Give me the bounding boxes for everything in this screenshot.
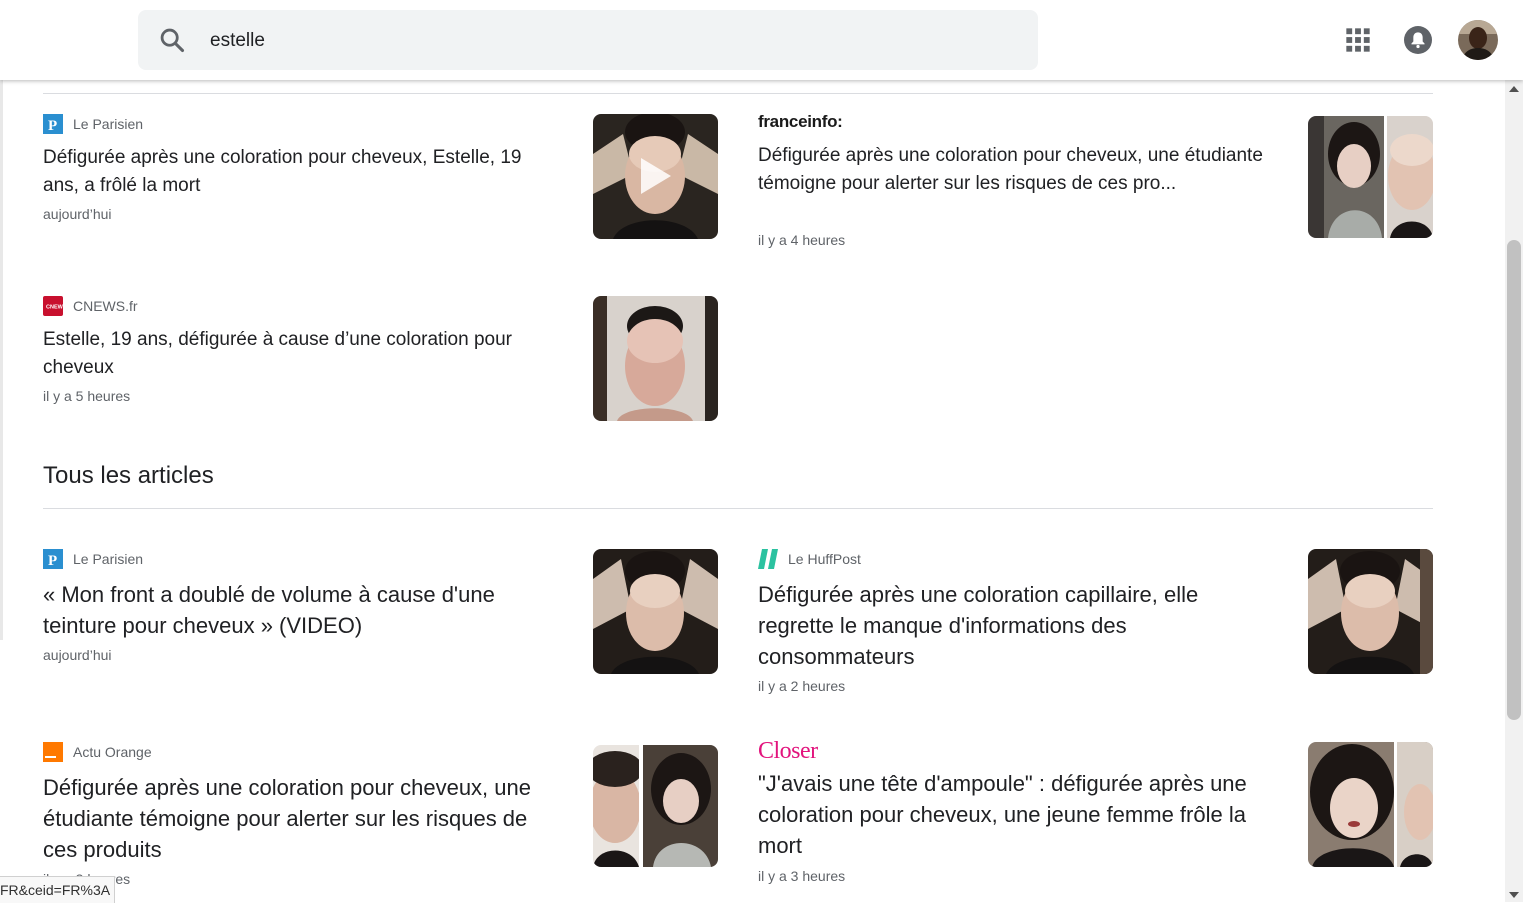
article-headline[interactable]: Défigurée après une coloration pour chev… [43,144,553,200]
source-row: Closer [758,738,818,764]
source-name[interactable]: Actu Orange [73,744,152,760]
article-headline[interactable]: Défigurée après une coloration pour chev… [43,772,553,865]
source-name[interactable]: CNEWS.fr [73,298,138,314]
vertical-scrollbar[interactable] [1505,80,1523,902]
article-time: aujourd’hui [43,647,112,663]
article-card[interactable]: Actu Orange Défigurée après une colorati… [43,742,563,892]
svg-text:P: P [48,118,57,134]
svg-text:P: P [48,553,57,569]
article-card[interactable]: P Le Parisien « Mon front a doublé de vo… [43,549,563,669]
article-thumbnail[interactable] [593,745,718,867]
article-thumbnail[interactable] [593,296,718,421]
svg-text:CNEWS: CNEWS [46,305,63,311]
section-title: Tous les articles [43,462,214,489]
source-row: Le HuffPost [758,549,861,569]
le-parisien-logo: P [43,549,63,569]
source-name[interactable]: Le Parisien [73,551,143,567]
source-name[interactable]: Le Parisien [73,116,143,132]
article-thumbnail[interactable] [593,549,718,674]
article-headline[interactable]: « Mon front a doublé de volume à cause d… [43,579,553,641]
article-time: il y a 4 heures [758,232,846,248]
scroll-down-arrow[interactable] [1509,892,1519,898]
article-card[interactable]: Le HuffPost Défigurée après une colorati… [758,549,1278,699]
source-row: CNEWS CNEWS.fr [43,296,138,316]
source-name[interactable]: Le HuffPost [788,551,861,567]
top-bar [0,0,1523,80]
top-divider [43,93,1433,94]
source-row: P Le Parisien [43,549,143,569]
search-box[interactable] [138,10,1038,70]
left-edge [0,80,3,640]
scroll-up-arrow[interactable] [1509,86,1519,92]
closer-logo[interactable]: Closer [758,738,818,765]
search-icon[interactable] [158,26,186,54]
le-parisien-logo: P [43,114,63,134]
play-icon[interactable] [641,158,671,194]
source-row: P Le Parisien [43,114,143,134]
source-row: franceinfo: [758,112,843,132]
article-card[interactable]: CNEWS CNEWS.fr Estelle, 19 ans, défiguré… [43,296,563,416]
article-headline[interactable]: "J'avais une tête d'ampoule" : défigurée… [758,768,1268,861]
article-headline[interactable]: Défigurée après une coloration capillair… [758,579,1268,672]
orange-logo [43,742,63,762]
article-thumbnail[interactable] [1308,742,1433,867]
article-card[interactable]: P Le Parisien Défigurée après une colora… [43,114,563,234]
cnews-logo: CNEWS [43,296,67,316]
article-headline[interactable]: Défigurée après une coloration pour chev… [758,142,1268,198]
article-card[interactable]: franceinfo: Défigurée après une colorati… [758,112,1278,252]
user-avatar[interactable] [1458,20,1498,60]
article-headline[interactable]: Estelle, 19 ans, défigurée à cause d’une… [43,326,553,382]
article-time: il y a 3 heures [758,868,846,884]
scrollbar-thumb[interactable] [1507,240,1521,720]
article-time: il y a 5 heures [43,388,131,404]
article-thumbnail[interactable] [1308,549,1433,674]
huffpost-logo [758,549,778,569]
source-row: Actu Orange [43,742,152,762]
article-thumbnail[interactable] [1308,116,1433,238]
article-card[interactable]: Closer "J'avais une tête d'ampoule" : dé… [758,738,1278,893]
article-time: il y a 2 heures [758,678,846,694]
franceinfo-logo[interactable]: franceinfo: [758,112,843,132]
search-input[interactable] [208,24,1012,58]
apps-grid-icon[interactable] [1344,26,1372,54]
bell-icon[interactable] [1404,26,1432,54]
article-time: aujourd’hui [43,206,112,222]
section-divider [43,508,1433,509]
status-bar-url: FR&ceid=FR%3A [0,876,115,903]
article-thumbnail[interactable] [593,114,718,239]
